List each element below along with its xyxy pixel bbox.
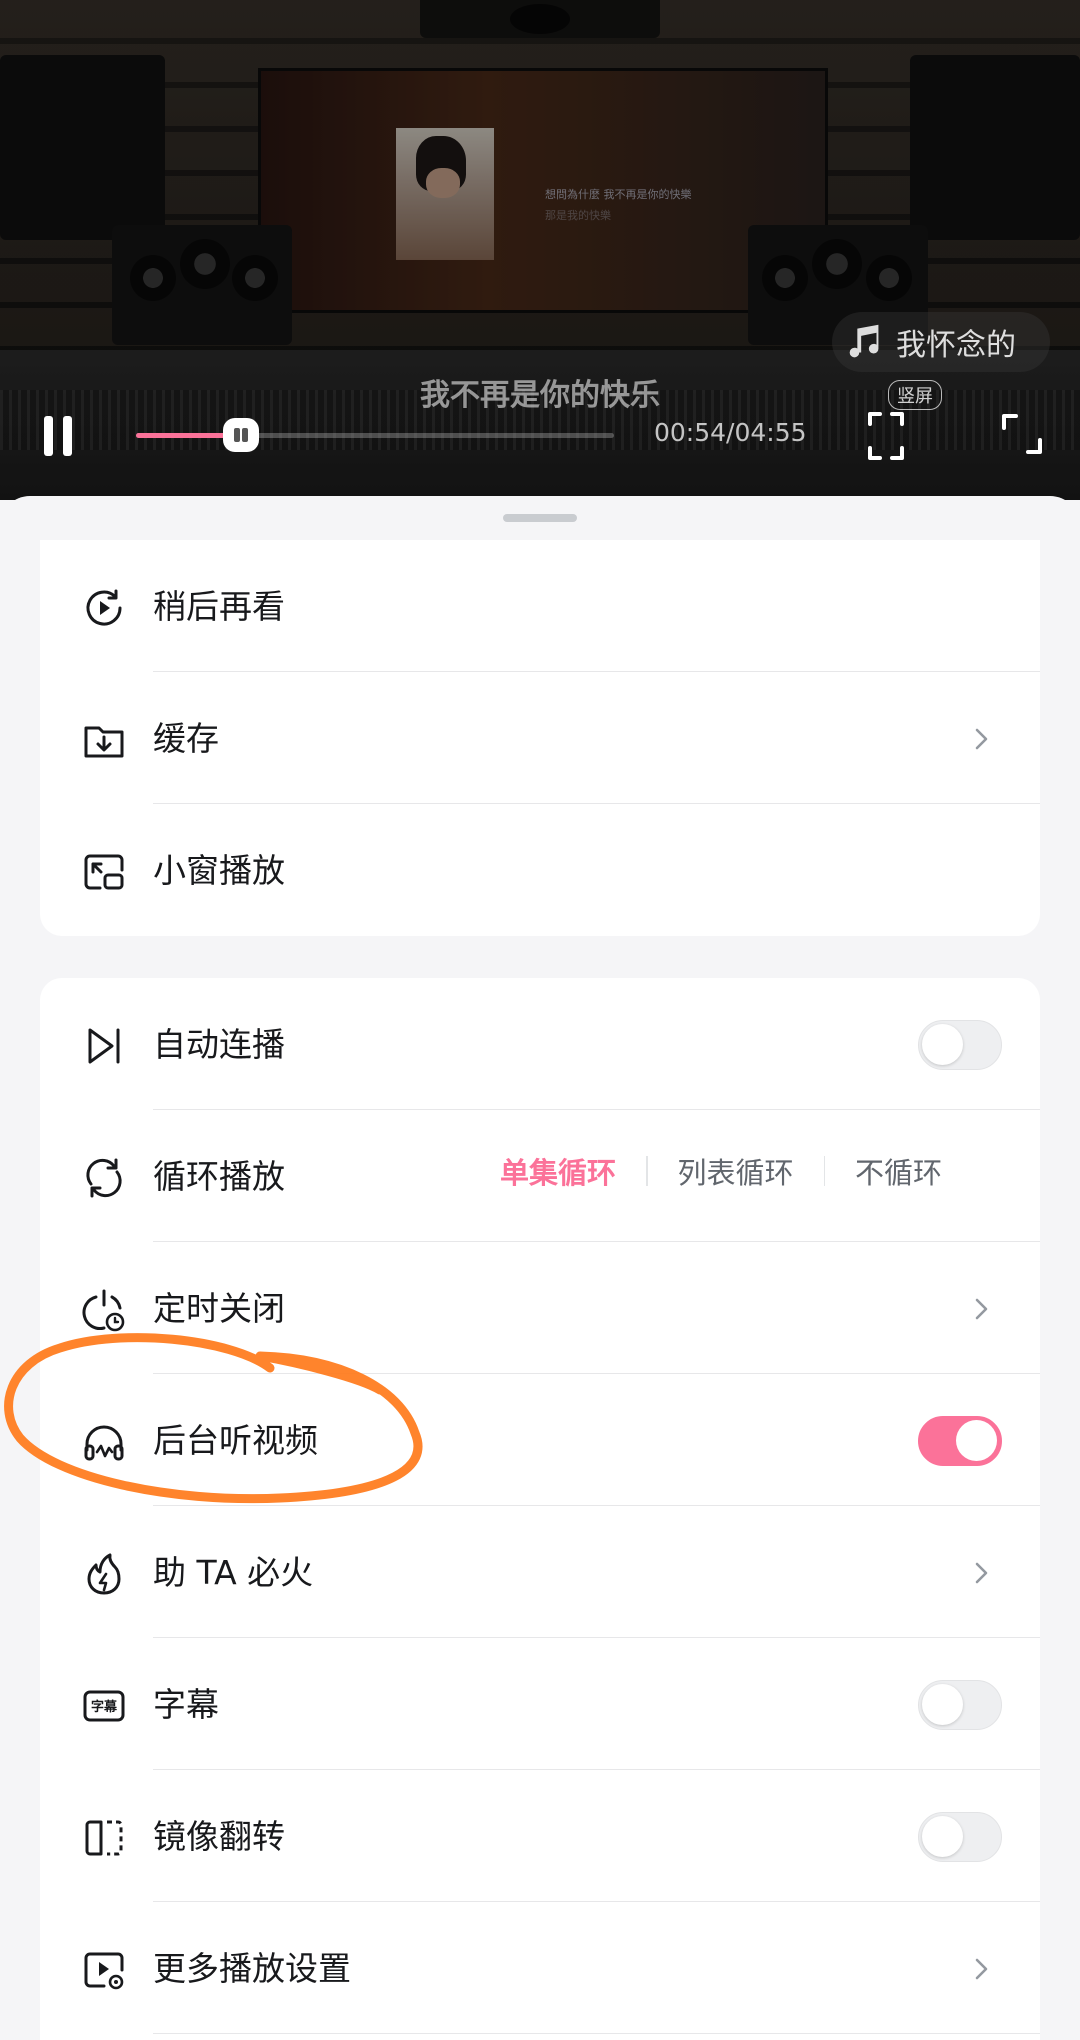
subtitles-icon: 字幕	[83, 1690, 125, 1722]
mini-window-label: 小窗播放	[153, 851, 285, 890]
more-settings-row[interactable]: 更多播放设置	[40, 1902, 1040, 2034]
mirror-row: 镜像翻转	[40, 1770, 1040, 1902]
chevron-right-icon	[975, 1562, 988, 1584]
loop-icon	[86, 1158, 122, 1198]
autoplay-row: 自动连播	[40, 978, 1040, 1110]
svg-text:字幕: 字幕	[91, 1699, 118, 1715]
music-tag-pill[interactable]: 我怀念的	[832, 312, 1050, 372]
loop-option-single[interactable]: 单集循环	[500, 1150, 616, 1192]
mirror-flip-icon	[85, 1820, 123, 1856]
timer-power-icon	[82, 1289, 125, 1332]
loop-label: 循环播放	[153, 1157, 285, 1196]
video-player[interactable]: 想問為什麼 我不再是你的快樂 那是我的快樂 我怀念的 我不再是你的快乐 竖屏 0…	[0, 0, 1080, 500]
mirror-toggle[interactable]	[918, 1812, 1002, 1862]
play-settings-icon	[84, 1952, 124, 1990]
chevron-right-icon	[975, 1958, 988, 1980]
boost-label: 助 TA 必火	[153, 1553, 314, 1592]
loop-option-list[interactable]: 列表循环	[678, 1150, 794, 1192]
download-cache-icon	[84, 726, 124, 758]
vertical-screen-icon[interactable]	[866, 410, 906, 462]
music-tag-label: 我怀念的	[896, 328, 1016, 363]
playback-settings-card: 自动连播 循环播放 单集循环 列表循环 不循环 定时关闭 后台听视频 助 TA …	[40, 978, 1040, 2040]
autoplay-label: 自动连播	[153, 1025, 285, 1064]
subtitles-toggle[interactable]	[918, 1680, 1002, 1730]
progress-thumb[interactable]	[223, 418, 260, 452]
cache-label: 缓存	[153, 719, 219, 758]
pause-icon[interactable]	[40, 416, 76, 456]
background-play-toggle[interactable]	[918, 1416, 1002, 1466]
loop-options: 单集循环 列表循环 不循环	[500, 1150, 942, 1192]
chevron-right-icon	[975, 728, 988, 750]
loop-option-none[interactable]: 不循环	[855, 1150, 942, 1192]
mirror-label: 镜像翻转	[153, 1817, 285, 1856]
headphones-icon	[84, 1425, 124, 1461]
music-note-icon	[849, 324, 879, 358]
quick-actions-card: 稍后再看 缓存 小窗播放	[40, 540, 1040, 936]
sheet-drag-handle[interactable]	[503, 514, 577, 522]
sleep-timer-row[interactable]: 定时关闭	[40, 1242, 1040, 1374]
loop-option-separator	[646, 1156, 648, 1186]
progress-bar[interactable]	[136, 418, 614, 452]
player-controls: 00:54/04:55	[0, 400, 1080, 470]
more-settings-label: 更多播放设置	[153, 1949, 351, 1988]
background-play-row: 后台听视频	[40, 1374, 1040, 1506]
subtitles-row: 字幕 字幕	[40, 1638, 1040, 1770]
watch-later-icon	[86, 589, 122, 626]
autoplay-toggle[interactable]	[918, 1020, 1002, 1070]
playback-time: 00:54/04:55	[654, 418, 807, 447]
settings-sheet: 稍后再看 缓存 小窗播放 自动连播 循环播放 单集循环 列表循环 不循环 定时关…	[0, 496, 1080, 2040]
flame-icon	[87, 1553, 121, 1595]
subtitles-label: 字幕	[153, 1685, 219, 1724]
loop-option-separator	[823, 1156, 826, 1186]
loop-row: 循环播放 单集循环 列表循环 不循环	[40, 1110, 1040, 1242]
row-divider	[153, 2032, 1040, 2034]
autoplay-icon	[88, 1028, 120, 1064]
cache-row[interactable]: 缓存	[40, 672, 1040, 804]
mini-window-row[interactable]: 小窗播放	[40, 804, 1040, 936]
fullscreen-icon[interactable]	[1000, 412, 1044, 456]
boost-row[interactable]: 助 TA 必火	[40, 1506, 1040, 1638]
watch-later-row[interactable]: 稍后再看	[40, 540, 1040, 672]
chevron-right-icon	[975, 1298, 988, 1320]
sleep-timer-label: 定时关闭	[153, 1289, 285, 1328]
watch-later-label: 稍后再看	[153, 587, 285, 626]
background-play-label: 后台听视频	[153, 1421, 318, 1460]
mini-window-icon	[84, 854, 124, 890]
